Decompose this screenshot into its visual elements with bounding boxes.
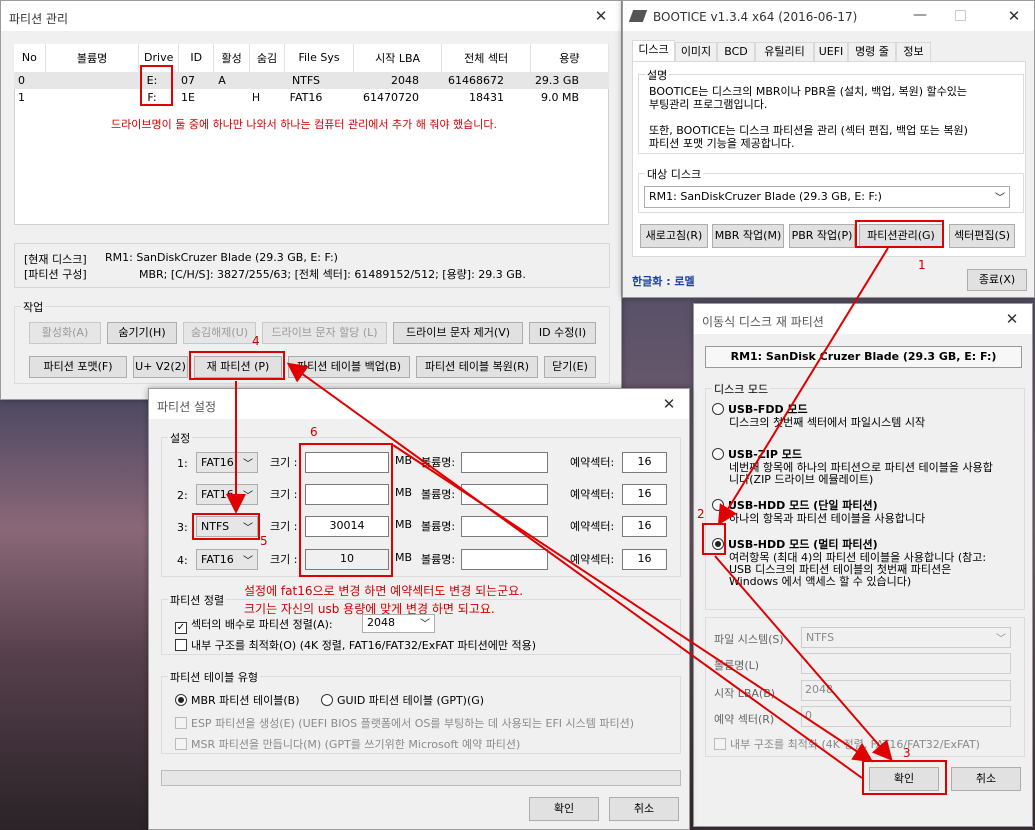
- step-4-label: 4: [252, 334, 260, 348]
- arrow-5: [392, 444, 874, 763]
- step-5-label: 5: [260, 534, 268, 548]
- step-2-label: 2: [697, 507, 705, 521]
- step-1-label: 1: [918, 258, 926, 272]
- step-6-label: 6: [310, 425, 318, 439]
- arrow-1: [717, 247, 889, 526]
- arrow-2: [714, 555, 893, 762]
- annotation-arrows: [226, 247, 893, 779]
- step-3-label: 3: [903, 746, 911, 760]
- arrow-3: [286, 362, 863, 779]
